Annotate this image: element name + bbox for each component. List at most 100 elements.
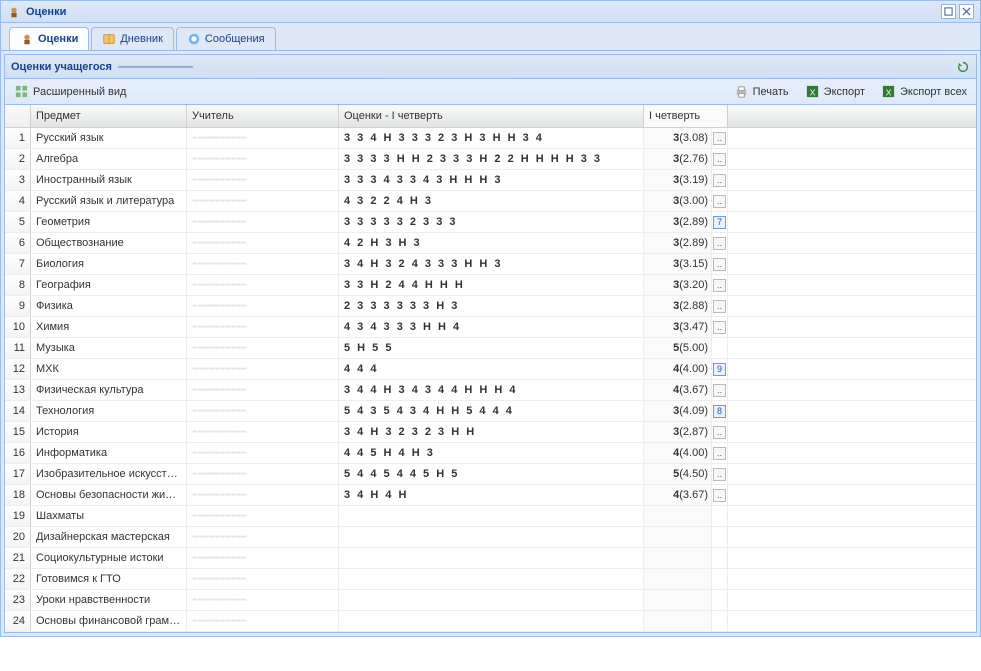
tab-diary[interactable]: Дневник bbox=[91, 27, 174, 50]
row-action-cell: 9 bbox=[712, 359, 728, 379]
row-detail-button[interactable]: .. bbox=[713, 426, 726, 439]
export-button[interactable]: X Экспорт bbox=[802, 82, 868, 101]
row-number: 12 bbox=[5, 359, 31, 379]
table-row[interactable]: 1Русский язык~~~~~~~~~~3 3 4 Н 3 3 3 2 3… bbox=[5, 128, 976, 149]
tab-grades[interactable]: Оценки bbox=[9, 27, 89, 50]
col-header-quarter[interactable]: I четверть bbox=[644, 105, 728, 127]
marks-cell: 3 3 3 3 3 2 3 3 3 bbox=[339, 212, 644, 232]
subject-cell: Биология bbox=[31, 254, 187, 274]
col-header-teacher[interactable]: Учитель bbox=[187, 105, 339, 127]
table-row[interactable]: 21Социокультурные истоки~~~~~~~~~~ bbox=[5, 548, 976, 569]
tab-label: Дневник bbox=[120, 33, 163, 45]
teacher-cell: ~~~~~~~~~~ bbox=[187, 464, 339, 484]
grid-header: Предмет Учитель Оценки - I четверть I че… bbox=[5, 105, 976, 128]
marks-cell: 4 4 4 bbox=[339, 359, 644, 379]
marks-cell: 5 4 4 5 4 4 5 Н 5 bbox=[339, 464, 644, 484]
export-all-button[interactable]: X Экспорт всех bbox=[878, 82, 970, 101]
row-detail-button[interactable]: .. bbox=[713, 237, 726, 250]
row-detail-button[interactable]: .. bbox=[713, 279, 726, 292]
table-row[interactable]: 7Биология~~~~~~~~~~3 4 Н 3 2 4 3 3 3 Н Н… bbox=[5, 254, 976, 275]
row-detail-button[interactable]: .. bbox=[713, 300, 726, 313]
quarter-cell: 3 (3.19) bbox=[644, 170, 712, 190]
row-detail-button[interactable]: 8 bbox=[713, 405, 726, 418]
row-detail-button[interactable]: .. bbox=[713, 132, 726, 145]
table-row[interactable]: 9Физика~~~~~~~~~~2 3 3 3 3 3 3 Н 33 (2.8… bbox=[5, 296, 976, 317]
table-row[interactable]: 22Готовимся к ГТО~~~~~~~~~~ bbox=[5, 569, 976, 590]
row-action-cell: .. bbox=[712, 422, 728, 442]
quarter-cell bbox=[644, 590, 712, 610]
row-action-cell: .. bbox=[712, 275, 728, 295]
export-label: Экспорт bbox=[824, 86, 865, 98]
row-number: 2 bbox=[5, 149, 31, 169]
print-label: Печать bbox=[753, 86, 789, 98]
subject-cell: Химия bbox=[31, 317, 187, 337]
teacher-cell: ~~~~~~~~~~ bbox=[187, 275, 339, 295]
row-action-cell: .. bbox=[712, 254, 728, 274]
col-header-marks[interactable]: Оценки - I четверть bbox=[339, 105, 644, 127]
table-row[interactable]: 4Русский язык и литература~~~~~~~~~~4 3 … bbox=[5, 191, 976, 212]
subject-cell: История bbox=[31, 422, 187, 442]
table-row[interactable]: 23Уроки нравственности~~~~~~~~~~ bbox=[5, 590, 976, 611]
col-header-number[interactable] bbox=[5, 105, 31, 127]
table-row[interactable]: 13Физическая культура~~~~~~~~~~3 4 4 Н 3… bbox=[5, 380, 976, 401]
marks-cell: 3 3 3 3 Н Н 2 3 3 3 Н 2 2 Н Н Н Н 3 3 bbox=[339, 149, 644, 169]
table-row[interactable]: 6Обществознание~~~~~~~~~~4 2 Н 3 Н 33 (2… bbox=[5, 233, 976, 254]
teacher-cell: ~~~~~~~~~~ bbox=[187, 359, 339, 379]
marks-cell: 5 4 3 5 4 3 4 Н Н 5 4 4 4 bbox=[339, 401, 644, 421]
row-detail-button[interactable]: 7 bbox=[713, 216, 726, 229]
teacher-cell: ~~~~~~~~~~ bbox=[187, 527, 339, 547]
row-detail-button[interactable]: .. bbox=[713, 174, 726, 187]
marks-cell bbox=[339, 569, 644, 589]
table-row[interactable]: 18Основы безопасности жи…~~~~~~~~~~3 4 Н… bbox=[5, 485, 976, 506]
row-action-cell bbox=[712, 590, 728, 610]
table-row[interactable]: 19Шахматы~~~~~~~~~~ bbox=[5, 506, 976, 527]
col-header-subject[interactable]: Предмет bbox=[31, 105, 187, 127]
row-detail-button[interactable]: .. bbox=[713, 153, 726, 166]
table-row[interactable]: 5Геометрия~~~~~~~~~~3 3 3 3 3 2 3 3 33 (… bbox=[5, 212, 976, 233]
table-row[interactable]: 2Алгебра~~~~~~~~~~3 3 3 3 Н Н 2 3 3 3 Н … bbox=[5, 149, 976, 170]
row-number: 7 bbox=[5, 254, 31, 274]
tab-messages[interactable]: Сообщения bbox=[176, 27, 276, 50]
quarter-cell: 3 (4.09) bbox=[644, 401, 712, 421]
row-detail-button[interactable]: .. bbox=[713, 258, 726, 271]
refresh-button[interactable] bbox=[955, 59, 970, 74]
row-number: 1 bbox=[5, 128, 31, 148]
table-row[interactable]: 12МХК~~~~~~~~~~4 4 44 (4.00)9 bbox=[5, 359, 976, 380]
table-row[interactable]: 20Дизайнерская мастерская~~~~~~~~~~ bbox=[5, 527, 976, 548]
row-detail-button[interactable]: 9 bbox=[713, 363, 726, 376]
row-detail-button[interactable]: .. bbox=[713, 321, 726, 334]
teacher-cell: ~~~~~~~~~~ bbox=[187, 317, 339, 337]
close-button[interactable] bbox=[959, 4, 974, 19]
quarter-cell: 4 (3.67) bbox=[644, 485, 712, 505]
maximize-button[interactable] bbox=[941, 4, 956, 19]
row-number: 10 bbox=[5, 317, 31, 337]
table-row[interactable]: 24Основы финансовой грам…~~~~~~~~~~ bbox=[5, 611, 976, 632]
row-number: 9 bbox=[5, 296, 31, 316]
row-detail-button[interactable]: .. bbox=[713, 384, 726, 397]
marks-cell bbox=[339, 590, 644, 610]
print-button[interactable]: Печать bbox=[731, 82, 792, 101]
table-row[interactable]: 17Изобразительное искусст…~~~~~~~~~~5 4 … bbox=[5, 464, 976, 485]
teacher-cell: ~~~~~~~~~~ bbox=[187, 443, 339, 463]
table-row[interactable]: 14Технология~~~~~~~~~~5 4 3 5 4 3 4 Н Н … bbox=[5, 401, 976, 422]
table-row[interactable]: 8География~~~~~~~~~~3 3 Н 2 4 4 Н Н Н3 (… bbox=[5, 275, 976, 296]
row-action-cell bbox=[712, 527, 728, 547]
row-detail-button[interactable]: .. bbox=[713, 195, 726, 208]
row-detail-button[interactable]: .. bbox=[713, 489, 726, 502]
table-row[interactable]: 3Иностранный язык~~~~~~~~~~3 3 3 4 3 3 4… bbox=[5, 170, 976, 191]
quarter-cell bbox=[644, 527, 712, 547]
row-detail-button[interactable]: .. bbox=[713, 468, 726, 481]
table-row[interactable]: 16Информатика~~~~~~~~~~4 4 5 Н 4 Н 34 (4… bbox=[5, 443, 976, 464]
teacher-cell: ~~~~~~~~~~ bbox=[187, 338, 339, 358]
window-title: Оценки bbox=[7, 5, 66, 19]
table-row[interactable]: 10Химия~~~~~~~~~~4 3 4 3 3 3 Н Н 43 (3.4… bbox=[5, 317, 976, 338]
teacher-cell: ~~~~~~~~~~ bbox=[187, 233, 339, 253]
subject-cell: Изобразительное искусст… bbox=[31, 464, 187, 484]
row-detail-button[interactable]: .. bbox=[713, 447, 726, 460]
table-row[interactable]: 15История~~~~~~~~~~3 4 Н 3 2 3 2 3 Н Н3 … bbox=[5, 422, 976, 443]
subject-cell: Дизайнерская мастерская bbox=[31, 527, 187, 547]
table-row[interactable]: 11Музыка~~~~~~~~~~5 Н 5 55 (5.00) bbox=[5, 338, 976, 359]
expanded-view-button[interactable]: Расширенный вид bbox=[11, 82, 129, 101]
grades-icon bbox=[7, 5, 21, 19]
row-number: 5 bbox=[5, 212, 31, 232]
